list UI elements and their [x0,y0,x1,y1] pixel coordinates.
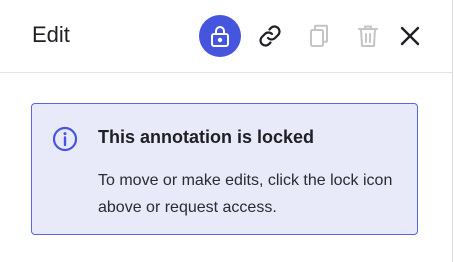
close-button[interactable] [389,15,431,57]
copy-link-button[interactable] [249,15,291,57]
panel-header: Edit [0,0,452,73]
edit-panel: Edit This annotation is locked To move o… [0,0,453,262]
panel-title: Edit [32,22,70,47]
duplicate-icon [310,24,328,47]
locked-notice: This annotation is locked To move or mak… [31,103,418,235]
notice-body: To move or make edits, click the lock ic… [98,172,393,216]
link-icon [259,25,281,47]
info-icon [52,126,78,152]
lock-button[interactable] [199,15,241,57]
lock-icon [211,26,229,47]
notice-title: This annotation is locked [98,127,315,147]
close-icon [400,26,420,46]
trash-icon [358,25,378,47]
duplicate-button[interactable] [298,15,340,57]
delete-button[interactable] [347,15,389,57]
